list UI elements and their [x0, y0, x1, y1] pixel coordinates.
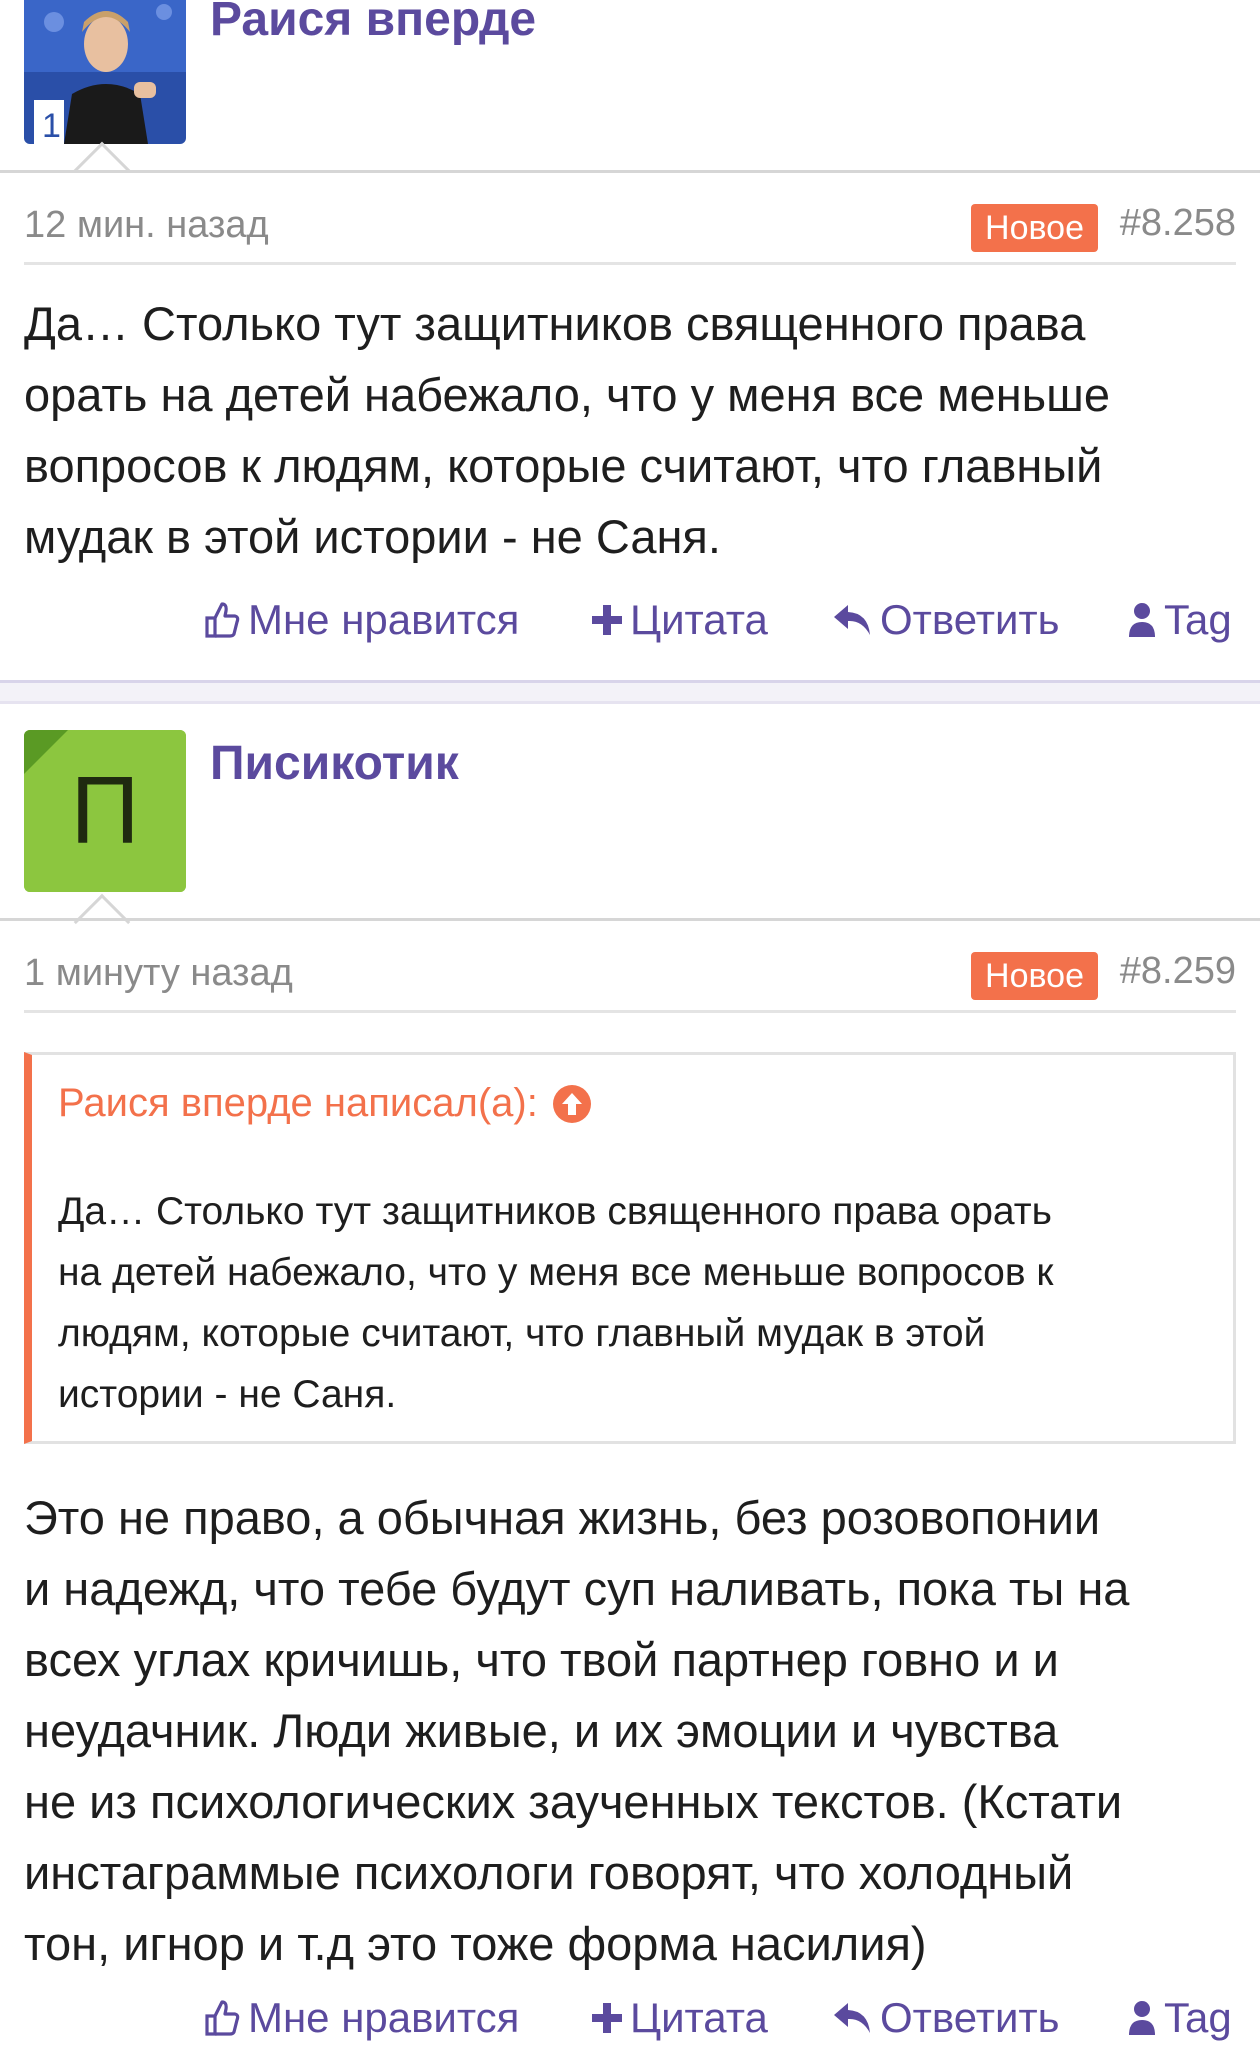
- post-time[interactable]: 1 минуту назад: [24, 952, 293, 995]
- post-time[interactable]: 12 мин. назад: [24, 204, 269, 247]
- quote-line: людям, которые считают, что главный муда…: [58, 1312, 986, 1355]
- post-actions: Мне нравится Цитата Ответить Tag: [0, 1994, 1260, 2054]
- meta-divider: [24, 262, 1236, 265]
- post-actions: Мне нравится Цитата Ответить Tag: [0, 596, 1260, 656]
- like-button[interactable]: Мне нравится: [204, 1994, 519, 2042]
- body-line: неудачник. Люди живые, и их эмоции и чув…: [24, 1704, 1059, 1757]
- body-line: Это не право, а обычная жизнь, без розов…: [24, 1491, 1101, 1544]
- quote-label: Цитата: [630, 1994, 768, 2041]
- reply-icon: [834, 2003, 870, 2033]
- header-notch: [73, 893, 131, 951]
- reply-icon: [834, 605, 870, 635]
- tag-button[interactable]: Tag: [1128, 1994, 1232, 2042]
- like-label: Мне нравится: [248, 596, 520, 643]
- body-line: не из психологических заученных текстов.…: [24, 1775, 1123, 1828]
- body-line: всех углах кричишь, что твой партнер гов…: [24, 1633, 1059, 1686]
- thumbs-up-icon: [205, 2000, 240, 2036]
- meta-divider: [24, 1010, 1236, 1013]
- post-body: Да… Столько тут защитников священного пр…: [24, 288, 1236, 572]
- header-divider: [0, 918, 1260, 921]
- quote-button[interactable]: Цитата: [592, 596, 768, 644]
- quote-line: истории - не Саня.: [58, 1373, 397, 1416]
- post-header: П Писикотик: [0, 704, 1260, 951]
- quote-button[interactable]: Цитата: [592, 1994, 768, 2042]
- post-8258: 1 Раися вперде 12 мин. назад Новое #8.25…: [0, 0, 1260, 690]
- like-label: Мне нравится: [248, 1994, 520, 2041]
- post-8259: П Писикотик 1 минуту назад Новое #8.259 …: [0, 704, 1260, 2067]
- header-divider: [0, 170, 1260, 173]
- like-button[interactable]: Мне нравится: [204, 596, 519, 644]
- quote-source[interactable]: Раися вперде написал(а):: [58, 1081, 538, 1126]
- svg-text:1: 1: [42, 107, 61, 144]
- post-separator: [0, 680, 1260, 704]
- quote-line: Да… Столько тут защитников священного пр…: [58, 1190, 1052, 1233]
- body-line: мудак в этой истории - не Саня.: [24, 510, 721, 563]
- reply-button[interactable]: Ответить: [832, 596, 1060, 644]
- body-line: орать на детей набежало, что у меня все …: [24, 368, 1110, 421]
- post-author[interactable]: Писикотик: [210, 736, 459, 791]
- reply-label: Ответить: [880, 596, 1060, 643]
- reply-label: Ответить: [880, 1994, 1060, 2041]
- tag-label: Tag: [1164, 596, 1232, 643]
- post-meta: 1 минуту назад Новое #8.259: [24, 944, 1236, 1008]
- quote-text: Да… Столько тут защитников священного пр…: [58, 1181, 1208, 1425]
- quote-block: Раися вперде написал(а): Да… Столько тут…: [24, 1052, 1236, 1444]
- plus-icon: [592, 2003, 622, 2033]
- post-header: 1 Раися вперде: [0, 0, 1260, 199]
- avatar[interactable]: П: [24, 730, 186, 892]
- post-author[interactable]: Раися вперде: [210, 0, 536, 47]
- new-badge: Новое: [971, 204, 1098, 252]
- user-icon: [1129, 2001, 1155, 2035]
- post-body: Это не право, а обычная жизнь, без розов…: [24, 1482, 1236, 1979]
- plus-icon: [592, 605, 622, 635]
- avatar-letter: П: [70, 757, 140, 864]
- user-icon: [1129, 603, 1155, 637]
- post-meta: 12 мин. назад Новое #8.258: [24, 196, 1236, 260]
- quote-label: Цитата: [630, 596, 768, 643]
- body-line: вопросов к людям, которые считают, что г…: [24, 439, 1103, 492]
- avatar-photo: 1: [24, 0, 186, 144]
- body-line: тон, игнор и т.д это тоже форма насилия): [24, 1917, 927, 1970]
- quote-line: на детей набежало, что у меня все меньше…: [58, 1251, 1054, 1294]
- thumbs-up-icon: [205, 602, 240, 638]
- tag-button[interactable]: Tag: [1128, 596, 1232, 644]
- body-line: инстаграммые психологи говорят, что холо…: [24, 1846, 1074, 1899]
- tag-label: Tag: [1164, 1994, 1232, 2041]
- reply-button[interactable]: Ответить: [832, 1994, 1060, 2042]
- new-badge: Новое: [971, 952, 1098, 1000]
- quote-header[interactable]: Раися вперде написал(а):: [58, 1081, 592, 1126]
- arrow-up-circle-icon[interactable]: [552, 1084, 592, 1124]
- body-line: и надежд, что тебе будут суп наливать, п…: [24, 1562, 1130, 1615]
- post-number[interactable]: #8.259: [1120, 950, 1236, 993]
- body-line: Да… Столько тут защитников священного пр…: [24, 297, 1086, 350]
- post-number[interactable]: #8.258: [1120, 202, 1236, 245]
- avatar[interactable]: 1: [24, 0, 186, 144]
